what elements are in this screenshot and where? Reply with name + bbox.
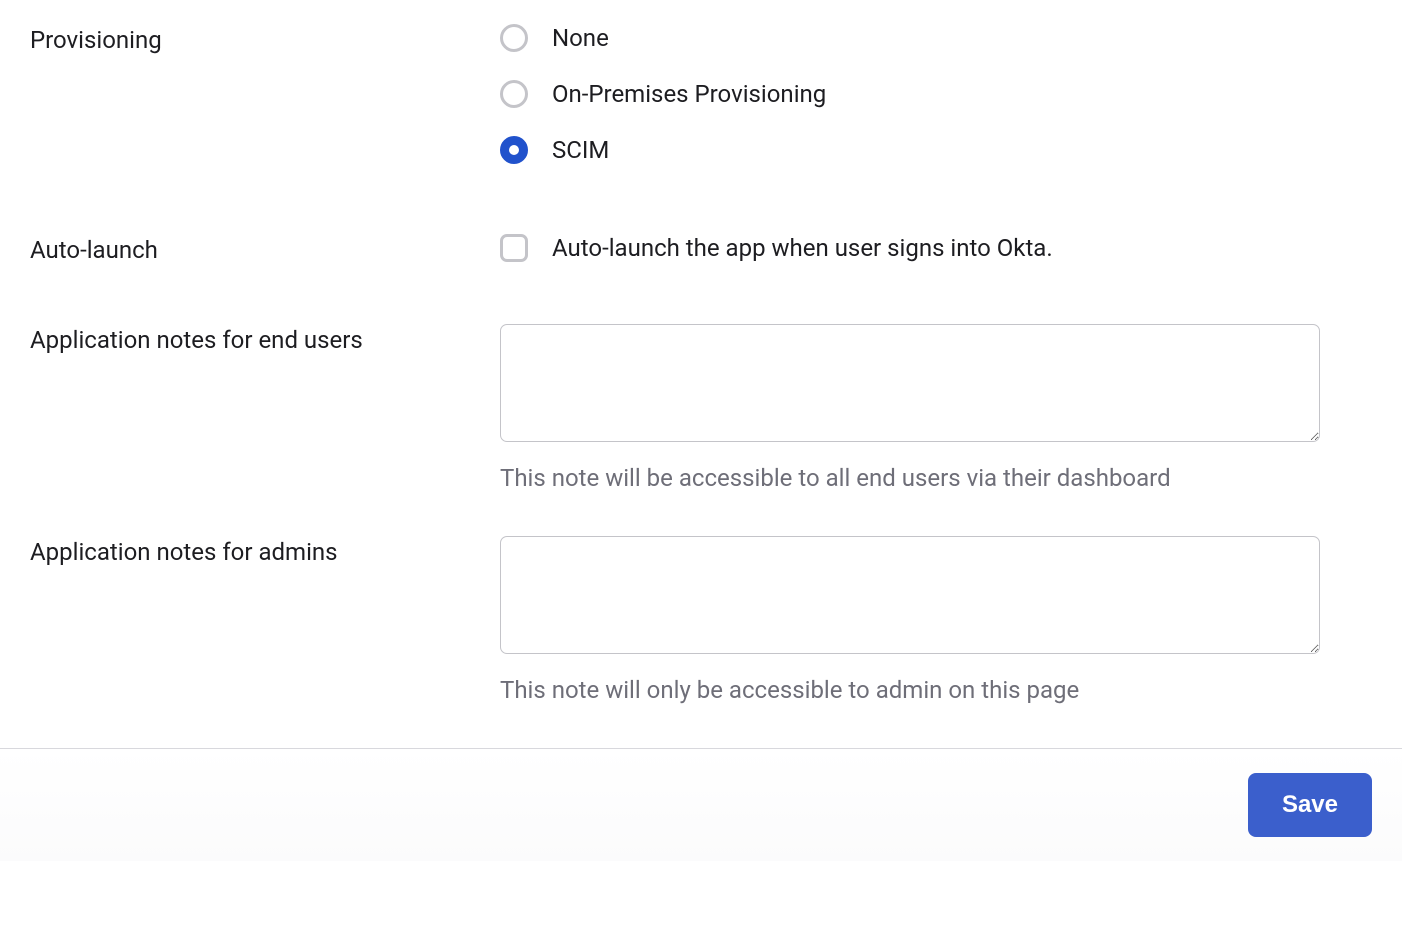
provisioning-label: Provisioning — [30, 26, 162, 54]
radio-dot-icon — [509, 145, 519, 155]
radio-label: On-Premises Provisioning — [552, 80, 826, 108]
provisioning-radio-none[interactable]: None — [500, 24, 1372, 52]
provisioning-control: None On-Premises Provisioning SCIM — [500, 24, 1372, 164]
radio-selected-icon — [500, 136, 528, 164]
provisioning-row: Provisioning None On-Premises Provisioni… — [30, 24, 1372, 164]
notes-admins-label: Application notes for admins — [30, 538, 338, 566]
autolaunch-row: Auto-launch Auto-launch the app when use… — [30, 234, 1372, 264]
notes-admins-row: Application notes for admins This note w… — [30, 536, 1372, 704]
notes-admins-textarea[interactable] — [500, 536, 1320, 654]
notes-endusers-row: Application notes for end users This not… — [30, 324, 1372, 492]
notes-endusers-helper: This note will be accessible to all end … — [500, 464, 1372, 492]
autolaunch-label-col: Auto-launch — [30, 234, 500, 264]
autolaunch-label: Auto-launch — [30, 236, 158, 264]
notes-endusers-textarea[interactable] — [500, 324, 1320, 442]
autolaunch-control: Auto-launch the app when user signs into… — [500, 234, 1372, 262]
radio-icon — [500, 24, 528, 52]
autolaunch-checkbox-label: Auto-launch the app when user signs into… — [552, 234, 1053, 262]
save-button[interactable]: Save — [1248, 773, 1372, 837]
settings-form: Provisioning None On-Premises Provisioni… — [0, 0, 1402, 704]
notes-admins-label-col: Application notes for admins — [30, 536, 500, 566]
provisioning-label-col: Provisioning — [30, 24, 500, 54]
checkbox-icon — [500, 234, 528, 262]
notes-endusers-control: This note will be accessible to all end … — [500, 324, 1372, 492]
autolaunch-checkbox[interactable]: Auto-launch the app when user signs into… — [500, 234, 1372, 262]
provisioning-radio-scim[interactable]: SCIM — [500, 136, 1372, 164]
provisioning-radio-onprem[interactable]: On-Premises Provisioning — [500, 80, 1372, 108]
notes-endusers-label-col: Application notes for end users — [30, 324, 500, 354]
footer-bar: Save — [0, 749, 1402, 861]
notes-admins-helper: This note will only be accessible to adm… — [500, 676, 1372, 704]
radio-label: None — [552, 24, 609, 52]
radio-icon — [500, 80, 528, 108]
provisioning-radio-group: None On-Premises Provisioning SCIM — [500, 24, 1372, 164]
notes-admins-control: This note will only be accessible to adm… — [500, 536, 1372, 704]
radio-label: SCIM — [552, 136, 609, 164]
notes-endusers-label: Application notes for end users — [30, 326, 363, 354]
